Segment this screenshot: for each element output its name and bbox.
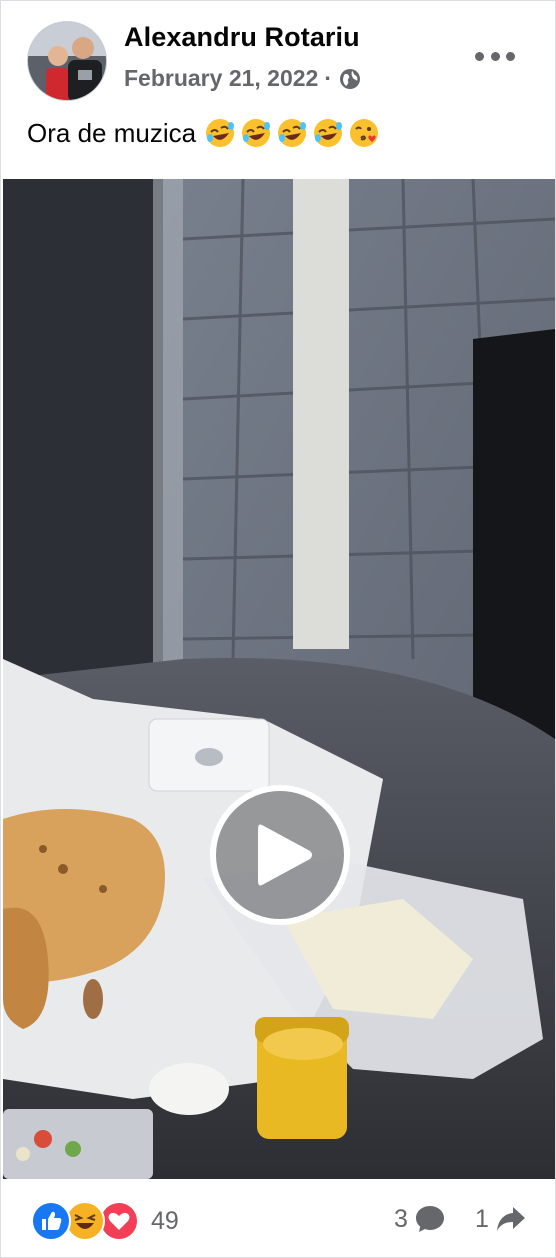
rolling-laughing-emoji <box>242 119 271 147</box>
post-card: Alexandru Rotariu February 21, 2022 · Or… <box>0 0 556 1258</box>
rolling-laughing-emoji <box>206 119 235 147</box>
play-icon <box>258 824 312 886</box>
comments-count-button[interactable]: 3 <box>394 1203 446 1235</box>
shares-count-button[interactable]: 1 <box>475 1203 527 1235</box>
comment-count: 3 <box>394 1204 408 1233</box>
author-name[interactable]: Alexandru Rotariu <box>124 22 360 53</box>
reactions-summary[interactable]: 49 <box>31 1201 179 1241</box>
avatar-photo <box>28 22 106 100</box>
caption-text: Ora de muzica <box>27 117 197 148</box>
reaction-count: 49 <box>151 1206 179 1235</box>
meta-separator: · <box>324 65 333 91</box>
play-button[interactable] <box>210 785 350 925</box>
share-icon <box>496 1207 525 1231</box>
post-caption: Ora de muzica <box>27 117 380 149</box>
share-count: 1 <box>475 1204 489 1233</box>
more-options-button[interactable] <box>475 45 515 67</box>
rolling-laughing-emoji <box>278 119 307 147</box>
avatar[interactable] <box>27 21 107 101</box>
face-blowing-kiss-emoji <box>350 119 379 147</box>
rolling-laughing-emoji <box>314 119 343 147</box>
video-thumbnail <box>3 179 555 1179</box>
caption-emojis <box>204 117 380 149</box>
haha-reaction-icon <box>65 1201 105 1241</box>
love-reaction-icon <box>99 1201 139 1241</box>
like-reaction-icon <box>31 1201 71 1241</box>
video-player[interactable] <box>3 179 555 1179</box>
post-header: Alexandru Rotariu February 21, 2022 · <box>1 1 556 113</box>
post-footer: 49 3 1 <box>1 1181 556 1258</box>
dot <box>490 51 500 61</box>
globe-icon <box>338 67 362 91</box>
comment-icon <box>415 1206 444 1232</box>
post-date[interactable]: February 21, 2022 <box>124 65 318 92</box>
post-meta: February 21, 2022 · <box>124 65 362 92</box>
dot <box>506 51 515 61</box>
dot <box>475 51 484 61</box>
